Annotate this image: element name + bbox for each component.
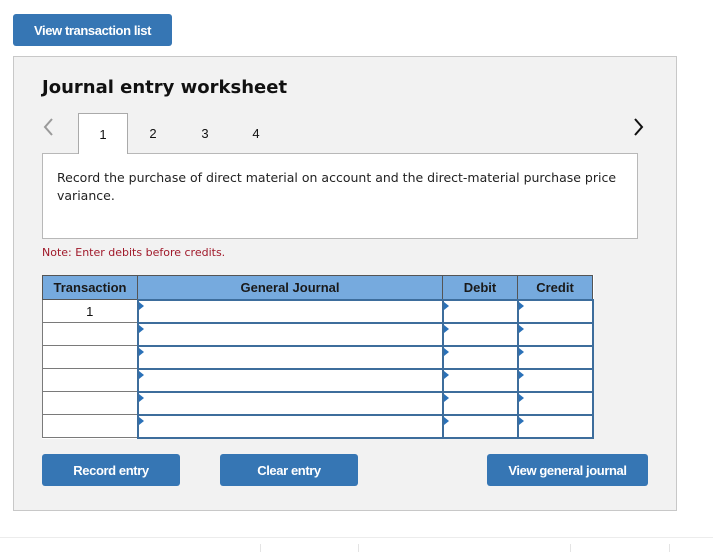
table-row bbox=[42, 367, 594, 393]
footer-divider bbox=[0, 537, 713, 538]
view-transaction-list-button[interactable]: View transaction list bbox=[13, 14, 172, 46]
footer-divider-tick bbox=[570, 544, 571, 552]
worksheet-title: Journal entry worksheet bbox=[42, 77, 288, 98]
transaction-cell bbox=[42, 391, 138, 415]
transaction-cell bbox=[42, 414, 138, 438]
account-input[interactable] bbox=[136, 344, 444, 370]
credit-input[interactable] bbox=[516, 367, 594, 393]
account-input[interactable] bbox=[136, 413, 444, 439]
table-row: 1 bbox=[42, 298, 594, 324]
debit-input[interactable] bbox=[441, 298, 519, 324]
header-general-journal: General Journal bbox=[137, 275, 443, 300]
debit-input[interactable] bbox=[441, 390, 519, 416]
note-text: Note: Enter debits before credits. bbox=[42, 246, 226, 259]
table-row bbox=[42, 413, 594, 439]
journal-table: Transaction General Journal Debit Credit… bbox=[42, 275, 594, 439]
debit-input[interactable] bbox=[441, 344, 519, 370]
transaction-cell bbox=[42, 322, 138, 346]
table-header-row: Transaction General Journal Debit Credit bbox=[42, 275, 593, 300]
header-transaction: Transaction bbox=[42, 275, 138, 300]
debit-input[interactable] bbox=[441, 413, 519, 439]
footer-divider-tick bbox=[669, 544, 670, 552]
debit-input[interactable] bbox=[441, 367, 519, 393]
tab-4[interactable]: 4 bbox=[231, 113, 281, 154]
header-credit: Credit bbox=[517, 275, 593, 300]
tab-3[interactable]: 3 bbox=[180, 113, 230, 154]
footer-divider-tick bbox=[260, 544, 261, 552]
chevron-left-icon[interactable] bbox=[42, 117, 54, 137]
account-input[interactable] bbox=[136, 321, 444, 347]
table-row bbox=[42, 344, 594, 370]
tab-1[interactable]: 1 bbox=[78, 113, 128, 154]
instruction-box: Record the purchase of direct material o… bbox=[42, 153, 638, 239]
footer-divider-tick bbox=[358, 544, 359, 552]
table-row bbox=[42, 321, 594, 347]
transaction-cell bbox=[42, 368, 138, 392]
clear-entry-button[interactable]: Clear entry bbox=[220, 454, 358, 486]
debit-input[interactable] bbox=[441, 321, 519, 347]
account-input[interactable] bbox=[136, 298, 444, 324]
account-input[interactable] bbox=[136, 390, 444, 416]
table-row bbox=[42, 390, 594, 416]
header-debit: Debit bbox=[442, 275, 518, 300]
credit-input[interactable] bbox=[516, 344, 594, 370]
journal-entry-worksheet-panel: Journal entry worksheet 1 2 3 4 Record t… bbox=[13, 56, 677, 511]
credit-input[interactable] bbox=[516, 321, 594, 347]
tab-2[interactable]: 2 bbox=[128, 113, 178, 154]
account-input[interactable] bbox=[136, 367, 444, 393]
transaction-cell bbox=[42, 345, 138, 369]
transaction-cell: 1 bbox=[42, 299, 138, 323]
instruction-text: Record the purchase of direct material o… bbox=[57, 170, 617, 203]
credit-input[interactable] bbox=[516, 390, 594, 416]
credit-input[interactable] bbox=[516, 413, 594, 439]
record-entry-button[interactable]: Record entry bbox=[42, 454, 180, 486]
view-general-journal-button[interactable]: View general journal bbox=[487, 454, 648, 486]
credit-input[interactable] bbox=[516, 298, 594, 324]
chevron-right-icon[interactable] bbox=[633, 117, 645, 137]
